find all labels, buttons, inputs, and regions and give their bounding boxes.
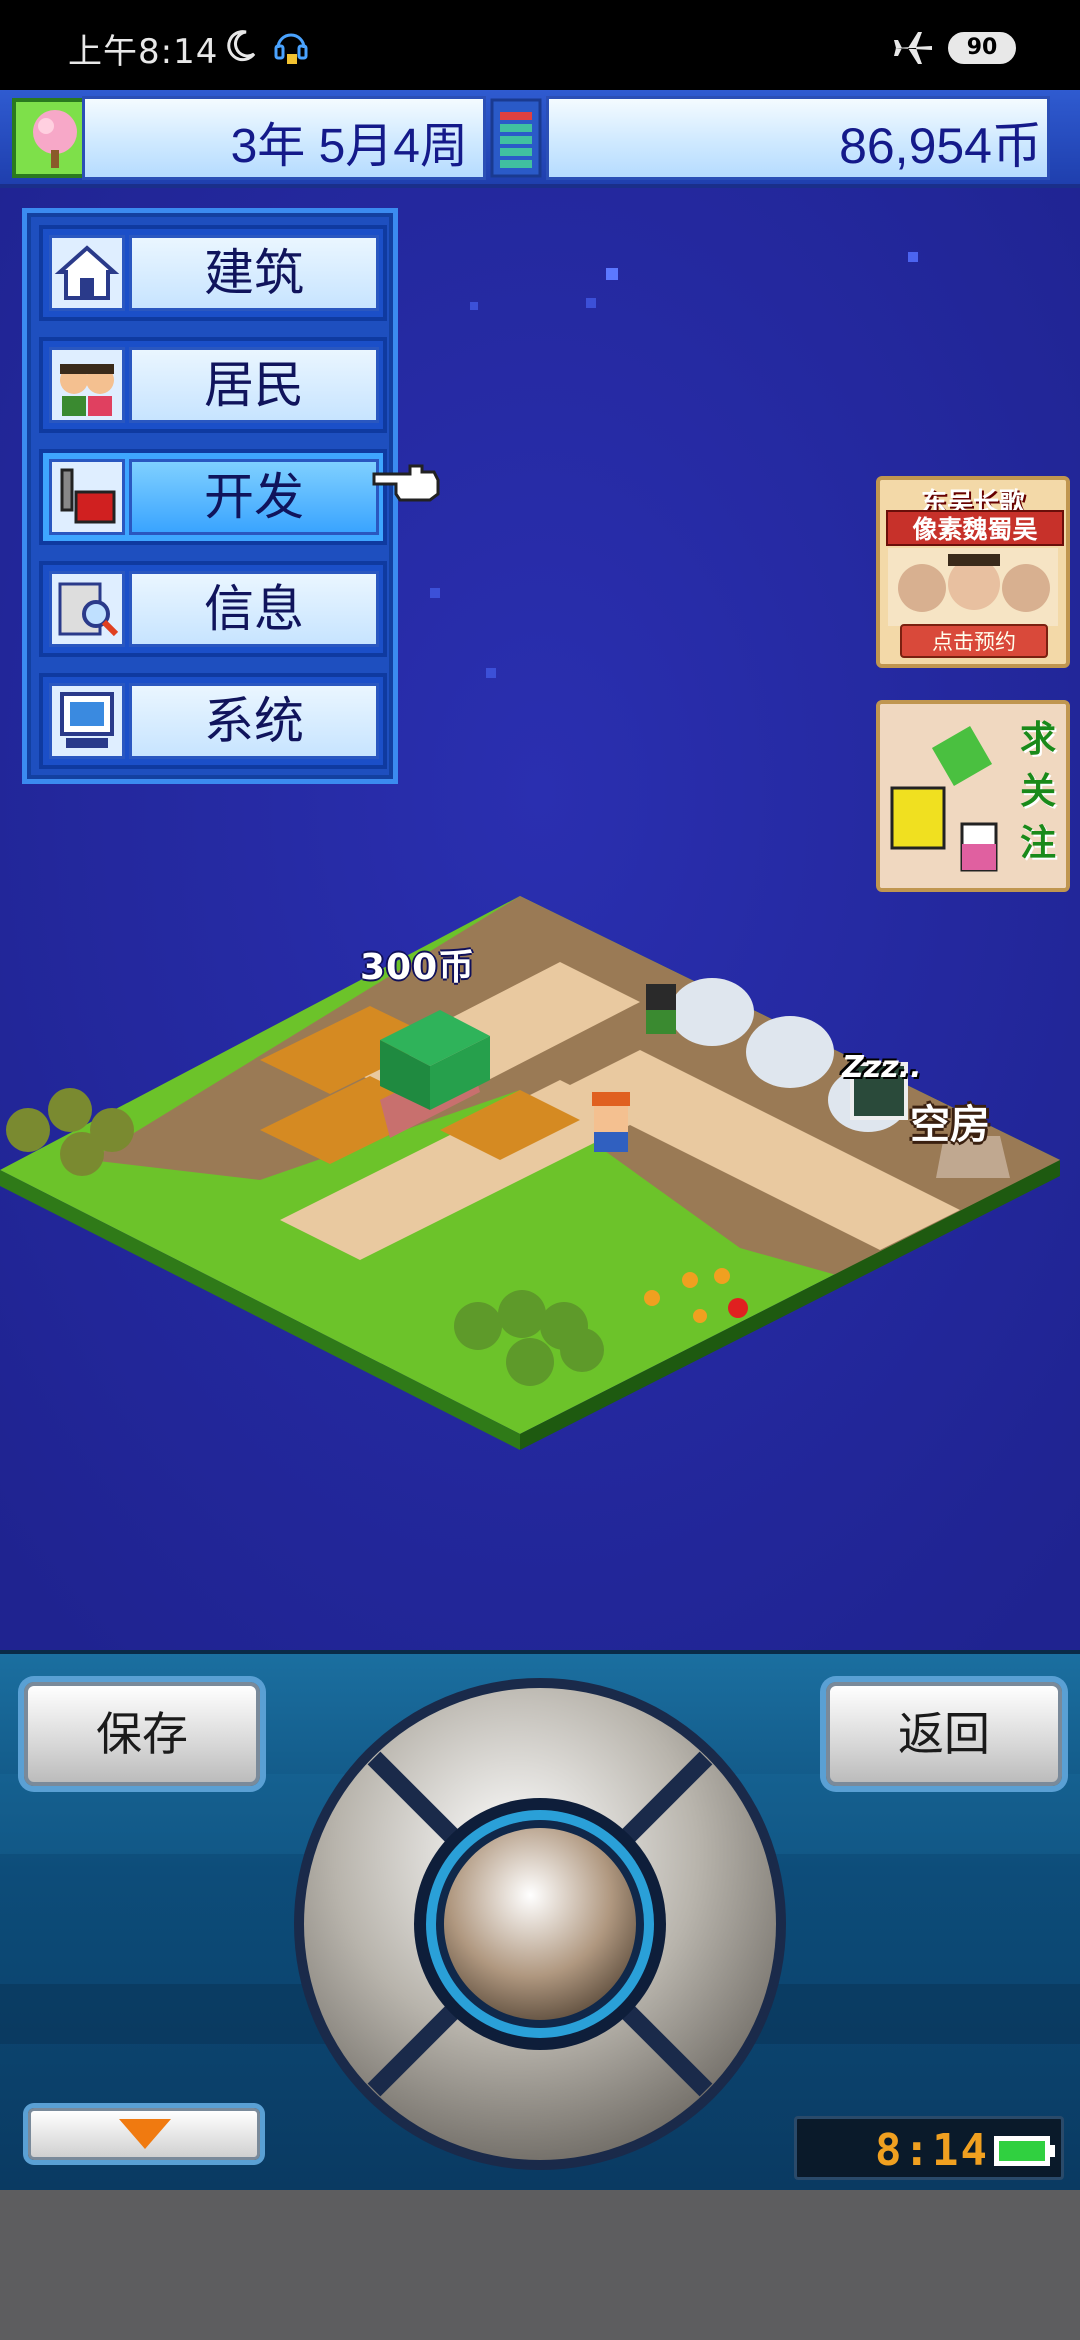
status-bar: 上午8:14 90 xyxy=(0,0,1080,90)
menu-item-label: 开发 xyxy=(129,459,379,535)
ad-follow-text: 求关注 xyxy=(1019,719,1056,864)
dome-house xyxy=(670,978,754,1046)
battery-badge: 90 xyxy=(948,32,1016,64)
back-button[interactable]: 返回 xyxy=(826,1682,1062,1786)
ad-portraits-icon xyxy=(888,548,1058,626)
moon-icon xyxy=(227,30,256,62)
status-time: 上午8:14 xyxy=(68,32,219,72)
main-menu: 建筑 居民 开发 信息 系统 xyxy=(22,208,398,784)
promo-ad-follow[interactable]: 求关注 xyxy=(876,700,1070,892)
menu-toggle-button[interactable] xyxy=(28,2108,260,2160)
menu-item-label: 居民 xyxy=(129,347,379,423)
develop-icon xyxy=(49,459,125,535)
menu-item-label: 系统 xyxy=(129,683,379,759)
ad-subtitle: 像素魏蜀吴 xyxy=(886,510,1064,546)
villager-character xyxy=(646,984,676,1034)
top-bar: 3年 5月4周 86,954币 xyxy=(0,90,1080,188)
game-viewport[interactable]: 300币 Zzz.. 空房 3年 5月4周 86,954币 建筑 居民 开发 信… xyxy=(0,90,1080,1650)
headset-icon xyxy=(274,33,308,64)
menu-item-develop[interactable]: 开发 xyxy=(39,449,387,545)
down-arrow-icon xyxy=(119,2119,171,2149)
tree-icon xyxy=(33,110,77,168)
residents-icon xyxy=(49,347,125,423)
clock-panel: 8:14 xyxy=(794,2116,1064,2180)
promo-ad-three-kingdoms[interactable]: 东吴长歌 像素魏蜀吴 点击预约 xyxy=(876,476,1070,668)
menu-item-info[interactable]: 信息 xyxy=(39,561,387,657)
computer-icon xyxy=(49,683,125,759)
airplane-icon xyxy=(894,32,932,64)
save-button[interactable]: 保存 xyxy=(24,1682,260,1786)
money-amount: 86,954币 xyxy=(839,118,1042,174)
dpad-controller[interactable] xyxy=(290,1674,790,2174)
menu-item-label: 建筑 xyxy=(129,235,379,311)
sleep-indicator: Zzz.. xyxy=(842,1050,922,1085)
ad-reserve-button[interactable]: 点击预约 xyxy=(900,624,1048,658)
device-clock: 8:14 xyxy=(875,2125,989,2176)
menu-item-system[interactable]: 系统 xyxy=(39,673,387,769)
vacant-house-label: 空房 xyxy=(910,1102,990,1148)
house-icon xyxy=(49,235,125,311)
game-date: 3年 5月4周 xyxy=(230,120,468,173)
pointer-hand-icon xyxy=(372,464,440,502)
price-tag: 300币 xyxy=(360,947,476,988)
menu-item-residents[interactable]: 居民 xyxy=(39,337,387,433)
dpad-center-button xyxy=(444,1828,636,2020)
controller-panel: 保存 返回 8:14 xyxy=(0,1650,1080,2190)
info-search-icon xyxy=(49,571,125,647)
menu-item-label: 信息 xyxy=(129,571,379,647)
battery-icon xyxy=(994,2136,1055,2166)
menu-item-build[interactable]: 建筑 xyxy=(39,225,387,321)
wallet-icon xyxy=(490,98,542,178)
villager-character xyxy=(592,1092,630,1152)
bottom-blank-area xyxy=(0,2190,1080,2340)
